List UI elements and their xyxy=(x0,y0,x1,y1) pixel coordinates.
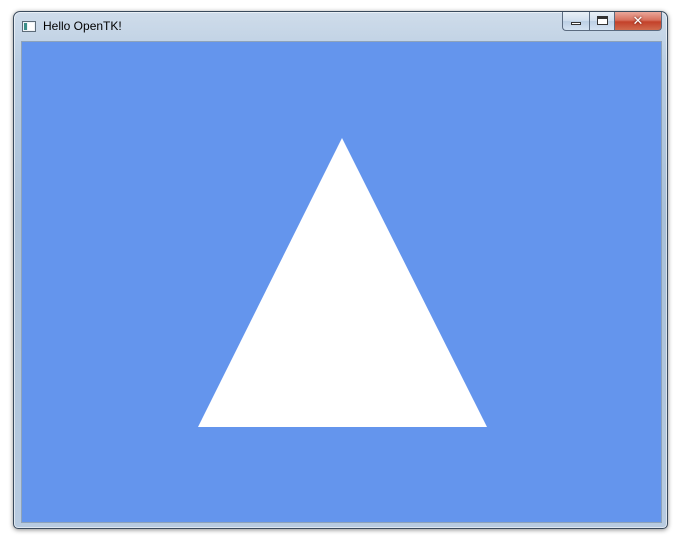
opengl-viewport[interactable] xyxy=(21,41,662,523)
render-surface xyxy=(22,42,661,522)
app-window-icon[interactable] xyxy=(22,21,36,32)
caption-buttons: ✕ xyxy=(562,12,662,32)
close-button[interactable]: ✕ xyxy=(615,12,662,31)
app-window: Hello OpenTK! ✕ xyxy=(13,11,668,529)
maximize-button[interactable] xyxy=(589,12,615,31)
minimize-icon xyxy=(571,22,581,25)
title-bar[interactable]: Hello OpenTK! ✕ xyxy=(14,12,667,41)
window-title: Hello OpenTK! xyxy=(43,19,122,33)
minimize-button[interactable] xyxy=(562,12,589,31)
close-icon: ✕ xyxy=(632,13,644,28)
maximize-icon xyxy=(597,16,608,25)
